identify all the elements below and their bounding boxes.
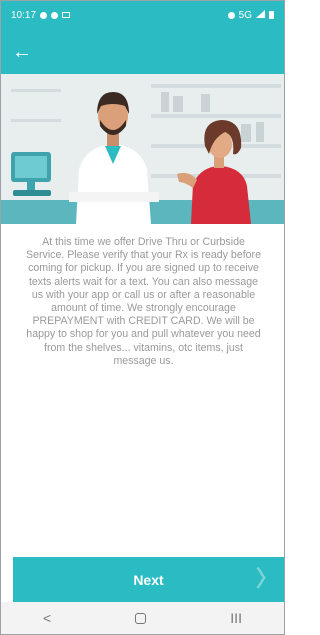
nav-recents-icon[interactable]: III xyxy=(230,610,242,626)
network-label: 5G xyxy=(238,9,252,21)
status-right: 5G xyxy=(227,9,274,21)
signal-icon xyxy=(256,9,265,21)
nav-back-icon[interactable]: < xyxy=(43,610,51,626)
notification-icon xyxy=(40,11,48,19)
nav-home-icon[interactable] xyxy=(135,612,147,624)
service-message: At this time we offer Drive Thru or Curb… xyxy=(26,236,261,367)
next-button-label: Next xyxy=(133,571,164,588)
image-icon xyxy=(62,12,71,18)
pharmacy-illustration xyxy=(1,74,284,224)
app-bar: ← xyxy=(1,29,284,74)
alarm-icon xyxy=(227,11,235,19)
status-bar: 10:17 5G xyxy=(1,1,284,29)
system-nav-bar: < III xyxy=(1,602,284,634)
settings-icon xyxy=(51,11,59,19)
battery-icon xyxy=(269,11,274,19)
next-button[interactable]: Next 〉 xyxy=(13,557,284,602)
app-screen: 10:17 5G ← At this time we offer Drive T… xyxy=(0,0,285,635)
arrow-left-icon[interactable]: ← xyxy=(9,39,35,65)
status-left: 10:17 xyxy=(11,9,71,21)
chevron-right-icon: 〉 xyxy=(255,566,278,591)
hero-illustration xyxy=(1,74,284,224)
status-time: 10:17 xyxy=(11,9,37,21)
